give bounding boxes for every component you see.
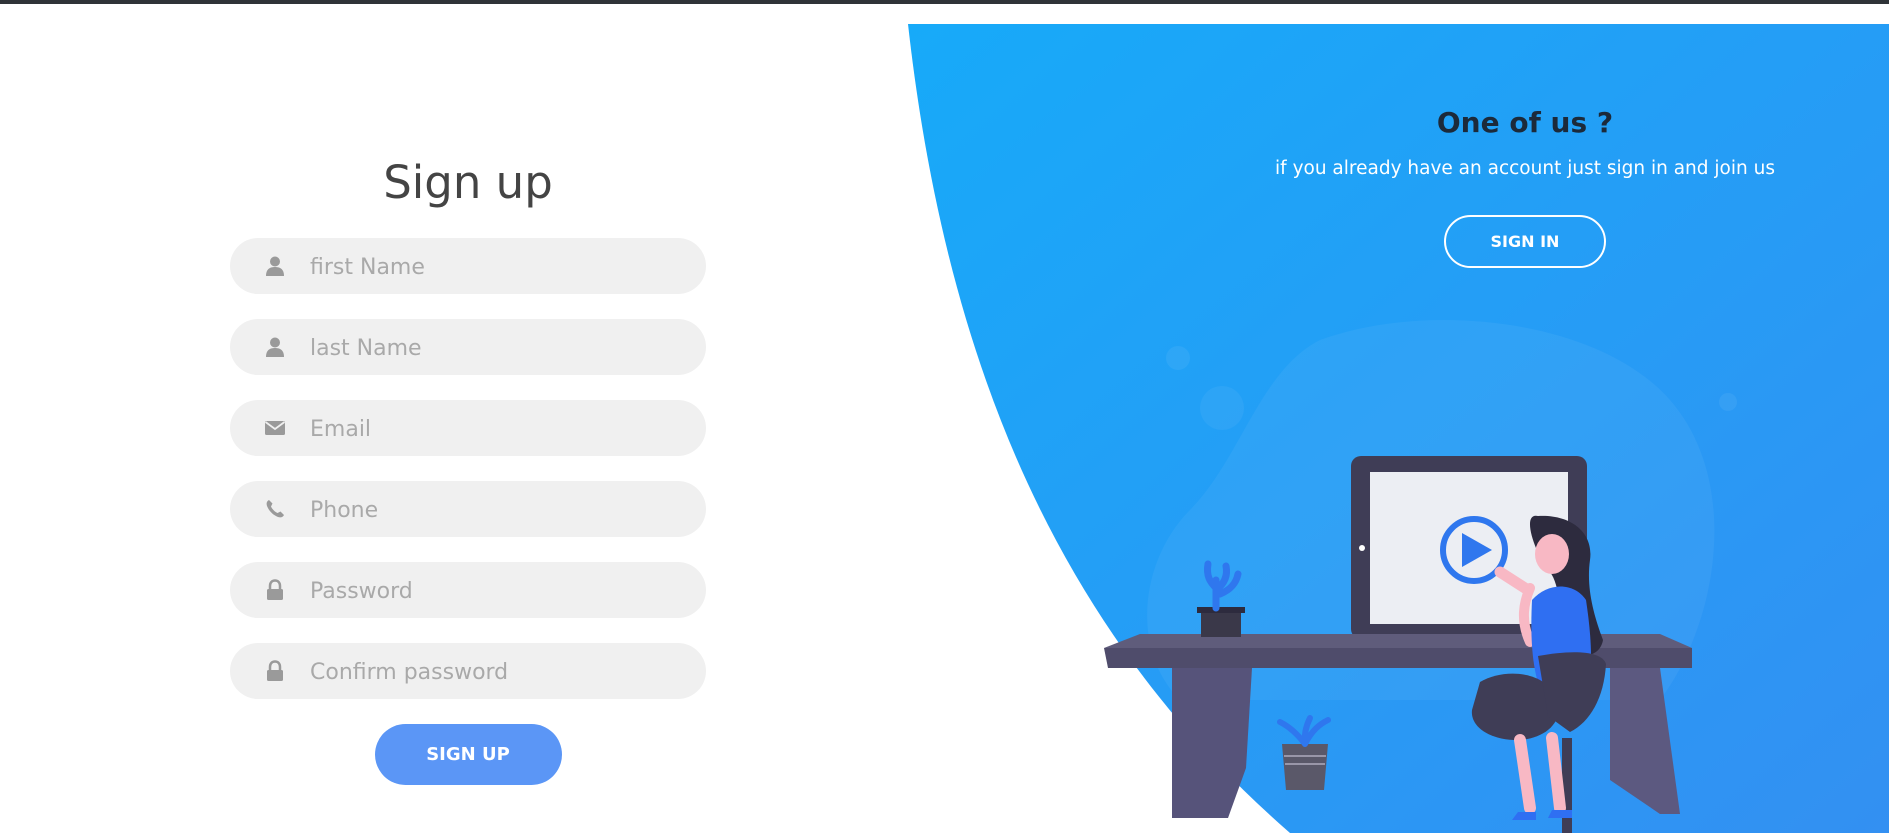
phone-icon	[266, 500, 284, 518]
user-icon	[266, 256, 284, 276]
floor-plant	[1277, 715, 1331, 790]
email-field	[230, 400, 706, 458]
background-dot	[1166, 346, 1190, 370]
sign-in-button[interactable]: SIGN IN	[1444, 215, 1606, 268]
panel-title: One of us ?	[1436, 106, 1614, 139]
first-name-input[interactable]	[308, 238, 692, 296]
phone-field	[230, 481, 706, 539]
user-icon	[266, 337, 284, 357]
email-input[interactable]	[308, 400, 692, 458]
confirm-password-input[interactable]	[308, 643, 692, 701]
first-name-field	[230, 238, 706, 296]
password-field	[230, 562, 706, 620]
sign-up-button[interactable]: SIGN UP	[374, 724, 562, 785]
last-name-field	[230, 319, 706, 377]
sign-in-panel: One of us ? if you already have an accou…	[1230, 100, 1820, 268]
lock-icon	[267, 660, 283, 681]
phone-input[interactable]	[308, 481, 692, 539]
envelope-icon	[264, 421, 286, 435]
signup-title: Sign up	[383, 156, 553, 209]
signup-form: Sign up first Name last Name Email Phone…	[230, 150, 706, 785]
background-dot	[1200, 386, 1244, 430]
lock-icon	[267, 579, 283, 600]
panel-subtitle: if you already have an account just sign…	[1275, 158, 1775, 179]
last-name-input[interactable]	[308, 319, 692, 377]
confirm-password-field	[230, 643, 706, 701]
desk-illustration	[1104, 320, 1737, 833]
password-input[interactable]	[308, 562, 692, 620]
background-dot	[1719, 393, 1737, 411]
